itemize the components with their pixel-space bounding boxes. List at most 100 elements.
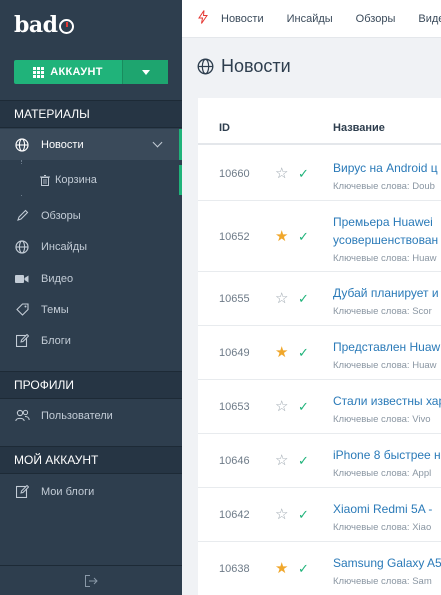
- chevron-down-icon[interactable]: [152, 137, 163, 148]
- globe-icon: [14, 137, 30, 153]
- star-icon[interactable]: ★: [275, 229, 288, 244]
- section-materials: МАТЕРИАЛЫ: [0, 100, 182, 128]
- caret-down-icon: [141, 69, 150, 75]
- tag-icon: [14, 302, 30, 318]
- logo[interactable]: bad: [14, 10, 74, 40]
- sidebar-item-my-blogs[interactable]: Мои блоги: [0, 476, 182, 507]
- article-title-link[interactable]: Вирус на Android ц: [333, 159, 438, 177]
- sidebar-item-reviews[interactable]: Обзоры: [0, 200, 182, 231]
- star-icon[interactable]: ★: [275, 345, 288, 360]
- article-title-link[interactable]: Дубай планирует и: [333, 284, 439, 302]
- article-title-link[interactable]: Стали известны хар: [333, 392, 441, 410]
- article-title-link[interactable]: iPhone 8 быстрее н: [333, 446, 441, 464]
- row-id: 10660: [219, 168, 250, 180]
- topnav-link-insides[interactable]: Инсайды: [287, 13, 333, 25]
- table-row[interactable]: 10652 ★ ✓ Премьера Huawei усовершенствован Кл…: [198, 201, 441, 272]
- article-title-link[interactable]: Представлен Huaw: [333, 338, 440, 356]
- table-row[interactable]: 10646 ☆ ✓ iPhone 8 быстрее н Ключевые слова:…: [198, 434, 441, 488]
- topnav-link-news[interactable]: Новости: [221, 13, 264, 25]
- users-icon: [14, 408, 30, 424]
- article-title-link[interactable]: Xiaomi Redmi 5A -: [333, 500, 432, 518]
- sidebar-item-label: Видео: [41, 272, 74, 285]
- sidebar-item-trash[interactable]: Корзина: [0, 165, 182, 195]
- check-icon[interactable]: ✓: [298, 508, 309, 521]
- check-icon[interactable]: ✓: [298, 292, 309, 305]
- grid-icon: [33, 66, 45, 78]
- row-id: 10642: [219, 509, 250, 521]
- article-keywords: Ключевые слова: Appl: [333, 468, 432, 479]
- trash-icon: [40, 174, 50, 186]
- sidebar-item-blogs[interactable]: Блоги: [0, 325, 182, 356]
- sidebar-item-label: Инсайды: [41, 240, 88, 253]
- article-keywords: Ключевые слова: Scor: [333, 306, 432, 317]
- sidebar-item-topics[interactable]: Темы: [0, 294, 182, 325]
- table-header: ID Название: [198, 98, 441, 145]
- table-row[interactable]: 10638 ★ ✓ Samsung Galaxy A5 Ключевые слова: …: [198, 542, 441, 595]
- sidebar-item-users[interactable]: Пользователи: [0, 400, 182, 431]
- article-title-link[interactable]: Samsung Galaxy A5: [333, 554, 441, 572]
- article-keywords: Ключевые слова: Vivo: [333, 414, 431, 425]
- check-icon[interactable]: ✓: [298, 562, 309, 575]
- sidebar-item-label: Пользователи: [41, 409, 113, 422]
- sidebar-item-label: Корзина: [55, 174, 97, 186]
- page-title: Новости: [197, 56, 291, 77]
- star-icon[interactable]: ☆: [275, 399, 288, 414]
- sidebar-item-insides[interactable]: Инсайды: [0, 231, 182, 262]
- check-icon[interactable]: ✓: [298, 167, 309, 180]
- row-id: 10638: [219, 563, 250, 575]
- table-row[interactable]: 10642 ☆ ✓ Xiaomi Redmi 5A - Ключевые слова: …: [198, 488, 441, 542]
- news-table: ID Название 10660 ☆ ✓ Вирус на Android ц Клю…: [198, 98, 441, 595]
- account-dropdown-toggle[interactable]: [122, 60, 168, 84]
- sidebar-item-label: Обзоры: [41, 209, 81, 222]
- logout-icon[interactable]: [84, 574, 98, 587]
- globe-icon: [14, 239, 30, 255]
- star-icon[interactable]: ☆: [275, 507, 288, 522]
- table-row[interactable]: 10653 ☆ ✓ Стали известны хар Ключевые слова:…: [198, 380, 441, 434]
- sidebar-item-video[interactable]: Видео: [0, 263, 182, 294]
- article-title-link[interactable]: усовершенствован: [333, 231, 438, 249]
- star-icon[interactable]: ☆: [275, 166, 288, 181]
- check-icon[interactable]: ✓: [298, 400, 309, 413]
- globe-icon: [197, 58, 214, 75]
- row-id: 10649: [219, 347, 250, 359]
- star-icon[interactable]: ★: [275, 561, 288, 576]
- check-icon[interactable]: ✓: [298, 346, 309, 359]
- article-title-link[interactable]: Премьера Huawei: [333, 213, 433, 231]
- logo-text: bad: [14, 12, 58, 38]
- section-my-account: МОЙ АККАУНТ: [0, 446, 182, 474]
- page-title-text: Новости: [221, 56, 291, 76]
- table-row[interactable]: 10655 ☆ ✓ Дубай планирует и Ключевые слова: …: [198, 272, 441, 326]
- sidebar-footer: [0, 565, 182, 595]
- section-profiles: ПРОФИЛИ: [0, 371, 182, 399]
- star-icon[interactable]: ☆: [275, 291, 288, 306]
- sidebar: bad АККАУНТ МАТЕРИАЛЫ Новости Корзина Об…: [0, 0, 182, 595]
- edit-icon: [14, 484, 30, 500]
- lightning-icon: [198, 10, 208, 27]
- account-button-label: АККАУНТ: [50, 66, 103, 78]
- row-id: 10655: [219, 293, 250, 305]
- star-icon[interactable]: ☆: [275, 453, 288, 468]
- account-button-main[interactable]: АККАУНТ: [14, 60, 122, 84]
- row-id: 10652: [219, 231, 250, 243]
- table-row[interactable]: 10660 ☆ ✓ Вирус на Android ц Ключевые слова:…: [198, 147, 441, 201]
- article-keywords: Ключевые слова: Xiao: [333, 522, 432, 533]
- check-icon[interactable]: ✓: [298, 454, 309, 467]
- topnav-link-reviews[interactable]: Обзоры: [356, 13, 396, 25]
- pencil-icon: [14, 208, 30, 224]
- sidebar-item-label: Темы: [41, 303, 69, 316]
- column-header-name[interactable]: Название: [333, 122, 385, 134]
- sidebar-item-news[interactable]: Новости: [0, 129, 182, 160]
- sidebar-item-label: Новости: [41, 138, 84, 151]
- table-row[interactable]: 10649 ★ ✓ Представлен Huaw Ключевые слова: H…: [198, 326, 441, 380]
- row-id: 10646: [219, 455, 250, 467]
- article-keywords: Ключевые слова: Sam: [333, 576, 432, 587]
- check-icon[interactable]: ✓: [298, 230, 309, 243]
- video-icon: [14, 271, 30, 287]
- clock-icon: [58, 19, 74, 34]
- article-keywords: Ключевые слова: Doub: [333, 181, 435, 192]
- column-header-id[interactable]: ID: [219, 122, 230, 134]
- article-keywords: Ключевые слова: Huaw: [333, 360, 437, 371]
- topnav-link-video[interactable]: Видео: [418, 13, 441, 25]
- account-button[interactable]: АККАУНТ: [14, 60, 168, 84]
- sidebar-item-label: Блоги: [41, 334, 71, 347]
